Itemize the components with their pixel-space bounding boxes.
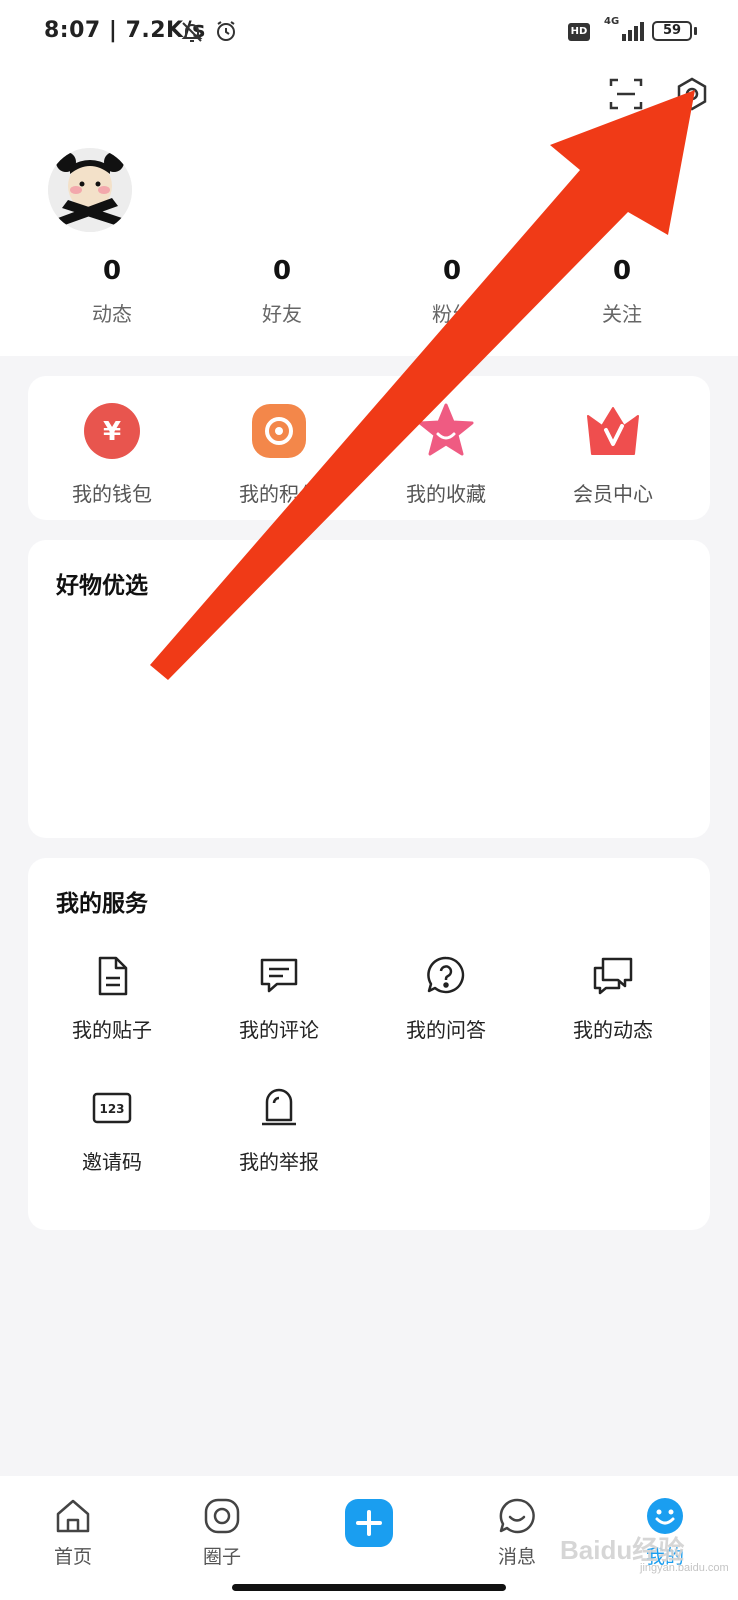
code-123-text: 123 — [99, 1102, 124, 1116]
stat-value: 0 — [442, 256, 462, 286]
service-item-qa[interactable]: 我的问答 — [376, 954, 516, 1043]
settings-button[interactable] — [672, 74, 712, 114]
service-item-label: 我的评论 — [239, 1018, 319, 1042]
wallet-icon: ¥ — [83, 402, 141, 460]
stat-friends[interactable]: 0 好友 — [222, 256, 342, 327]
stat-fans[interactable]: 0 粉丝 — [392, 256, 512, 327]
service-item-reports[interactable]: 我的举报 — [209, 1086, 349, 1175]
stat-label: 好友 — [262, 302, 302, 326]
quick-item-label: 我的钱包 — [72, 482, 152, 506]
tab-home[interactable]: 首页 — [18, 1496, 128, 1569]
hd-badge: HD — [568, 23, 590, 41]
signal-icon — [620, 20, 648, 46]
avatar-image — [48, 148, 132, 232]
goods-title: 好物优选 — [56, 573, 148, 599]
service-item-label: 我的贴子 — [72, 1018, 152, 1042]
stat-label: 粉丝 — [432, 302, 472, 326]
stat-dynamics[interactable]: 0 动态 — [52, 256, 172, 327]
quick-actions-card: ¥ 我的钱包 我的积分 我的收藏 会员中心 — [28, 376, 710, 520]
stat-label: 关注 — [602, 302, 642, 326]
quick-item-label: 我的积分 — [239, 482, 319, 506]
battery-tip — [694, 27, 697, 35]
create-post-button[interactable] — [345, 1499, 393, 1547]
service-item-label: 邀请码 — [82, 1150, 142, 1174]
home-indicator — [232, 1584, 506, 1591]
goods-card: 好物优选 — [28, 540, 710, 838]
stat-value: 0 — [272, 256, 292, 286]
service-item-comments[interactable]: 我的评论 — [209, 954, 349, 1043]
scan-button[interactable] — [606, 74, 646, 114]
service-item-dynamics[interactable]: 我的动态 — [543, 954, 683, 1043]
home-page-link[interactable]: 页 — [636, 176, 675, 206]
stat-following[interactable]: 0 关注 — [562, 256, 682, 327]
bell-muted-icon — [180, 20, 204, 48]
home-page-link-label: 页 — [636, 180, 657, 204]
tab-label: 圈子 — [202, 1546, 241, 1568]
service-item-posts[interactable]: 我的贴子 — [42, 954, 182, 1043]
network-type: 4G — [604, 16, 620, 27]
comment-icon — [257, 954, 301, 998]
points-icon — [250, 402, 308, 460]
message-icon — [497, 1496, 537, 1536]
service-item-invite-code[interactable]: 123 邀请码 — [42, 1086, 182, 1175]
tab-label: 首页 — [53, 1546, 92, 1568]
service-item-label: 我的动态 — [573, 1018, 653, 1042]
quick-item-favorites[interactable]: 我的收藏 — [376, 402, 516, 507]
tab-label: 消息 — [497, 1546, 536, 1568]
avatar[interactable] — [48, 148, 132, 232]
tab-circle[interactable]: 圈子 — [167, 1496, 277, 1569]
service-item-label: 我的举报 — [239, 1150, 319, 1174]
quick-item-label: 我的收藏 — [406, 482, 486, 506]
quick-item-wallet[interactable]: ¥ 我的钱包 — [42, 402, 182, 507]
document-icon — [90, 954, 134, 998]
quick-item-vip[interactable]: 会员中心 — [543, 402, 683, 507]
quick-item-label: 会员中心 — [573, 482, 653, 506]
service-item-label: 我的问答 — [406, 1018, 486, 1042]
stat-value: 0 — [612, 256, 632, 286]
stat-value: 0 — [102, 256, 122, 286]
question-icon — [424, 954, 468, 998]
gear-icon — [677, 77, 707, 111]
chevron-right-icon — [663, 179, 675, 204]
status-bar: 8:07 | 7.2K/s HD 4G 59 — [0, 0, 738, 64]
chat-bubbles-icon — [591, 954, 635, 998]
services-title: 我的服务 — [56, 891, 148, 917]
tab-messages[interactable]: 消息 — [462, 1496, 572, 1569]
circle-icon — [202, 1496, 242, 1536]
report-icon — [257, 1086, 301, 1130]
code-123-icon: 123 — [90, 1086, 134, 1130]
quick-item-points[interactable]: 我的积分 — [209, 402, 349, 507]
baidu-watermark-url: jingyan.baidu.com — [640, 1562, 729, 1574]
battery-indicator: 59 — [652, 21, 692, 41]
alarm-icon — [214, 19, 238, 47]
home-icon — [53, 1496, 93, 1536]
svg-text:¥: ¥ — [103, 417, 121, 447]
plus-icon — [356, 1510, 382, 1536]
stat-label: 动态 — [92, 302, 132, 326]
services-card: 我的服务 我的贴子 我的评论 我的问答 我的动态 123 邀请码 我的举报 — [28, 858, 710, 1230]
star-icon — [417, 402, 475, 460]
crown-icon — [584, 402, 642, 460]
scan-icon — [609, 78, 643, 110]
